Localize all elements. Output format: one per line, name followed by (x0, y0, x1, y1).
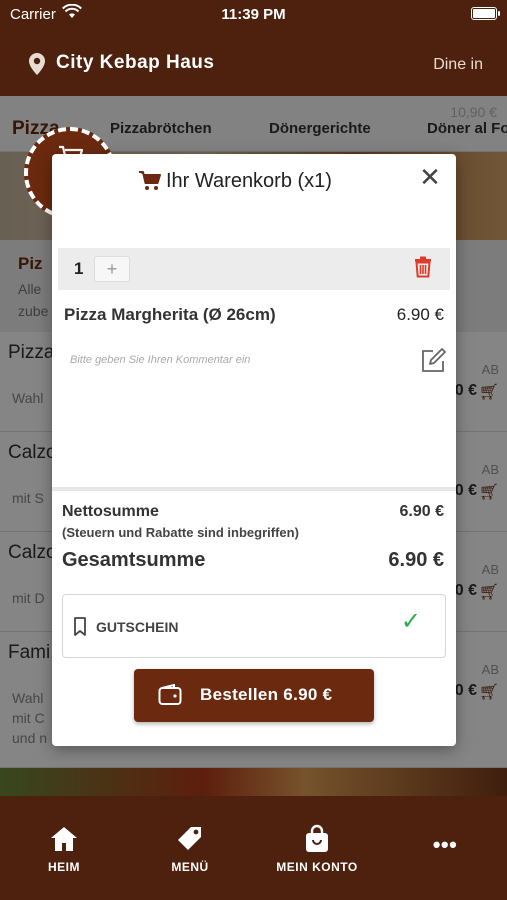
nav-home-label: HEIM (48, 860, 80, 874)
dine-in-toggle[interactable]: Dine in (433, 56, 483, 74)
grand-total-label: Gesamtsumme (62, 549, 206, 571)
cart-title: Ihr Warenkorb (x1) (166, 170, 332, 192)
voucher-label: GUTSCHEIN (96, 619, 179, 635)
cart-item-price: 6.90 € (396, 305, 444, 324)
check-icon[interactable]: ✓ (401, 607, 421, 636)
app-header: City Kebap Haus Dine in (0, 30, 507, 96)
cart-icon (139, 171, 161, 190)
nav-menu[interactable]: MENÜ (160, 824, 220, 874)
net-total-note: (Steuern und Rabatte sind inbegriffen) (62, 525, 299, 540)
close-icon[interactable]: ✕ (418, 164, 442, 190)
grand-total-value: 6.90 € (388, 549, 444, 571)
nav-account-label: MEIN KONTO (276, 860, 358, 874)
more-icon[interactable]: ••• (420, 832, 470, 858)
item-quantity: 1 (74, 259, 84, 278)
comment-input[interactable]: Bitte geben Sie Ihren Kommentar ein (70, 354, 250, 366)
divider (52, 487, 456, 491)
wallet-icon (158, 684, 182, 705)
restaurant-name: City Kebap Haus (56, 52, 215, 73)
cart-item-name: Pizza Margherita (Ø 26cm) (64, 305, 276, 324)
order-button[interactable]: Bestellen 6.90 € (134, 669, 374, 722)
status-bar: Carrier 11:39 PM (0, 0, 507, 30)
increase-quantity-button[interactable]: + (94, 256, 130, 282)
net-total-value: 6.90 € (399, 503, 444, 520)
quantity-row: 1 + (58, 248, 450, 290)
nav-home[interactable]: HEIM (34, 824, 94, 874)
tag-icon (178, 827, 201, 850)
cart-modal-header: Ihr Warenkorb (x1) ✕ (52, 154, 456, 210)
net-total-label: Nettosumme (62, 503, 159, 520)
trash-icon[interactable] (414, 256, 432, 278)
order-button-label: Bestellen 6.90 € (200, 685, 333, 704)
nav-account[interactable]: MEIN KONTO (266, 824, 368, 874)
bottom-nav: HEIM MENÜ MEIN KONTO ••• (0, 796, 507, 900)
clock: 11:39 PM (221, 6, 286, 23)
bookmark-icon (74, 617, 86, 636)
nav-menu-label: MENÜ (171, 860, 209, 874)
home-icon (51, 827, 77, 851)
edit-comment-icon[interactable] (420, 348, 446, 374)
battery-icon (471, 7, 500, 20)
bag-icon (306, 824, 328, 852)
cart-modal: Ihr Warenkorb (x1) ✕ 1 + Pizza Margherit… (52, 154, 456, 746)
location-pin-icon (29, 53, 45, 75)
voucher-field[interactable]: GUTSCHEIN ✓ (62, 594, 446, 658)
